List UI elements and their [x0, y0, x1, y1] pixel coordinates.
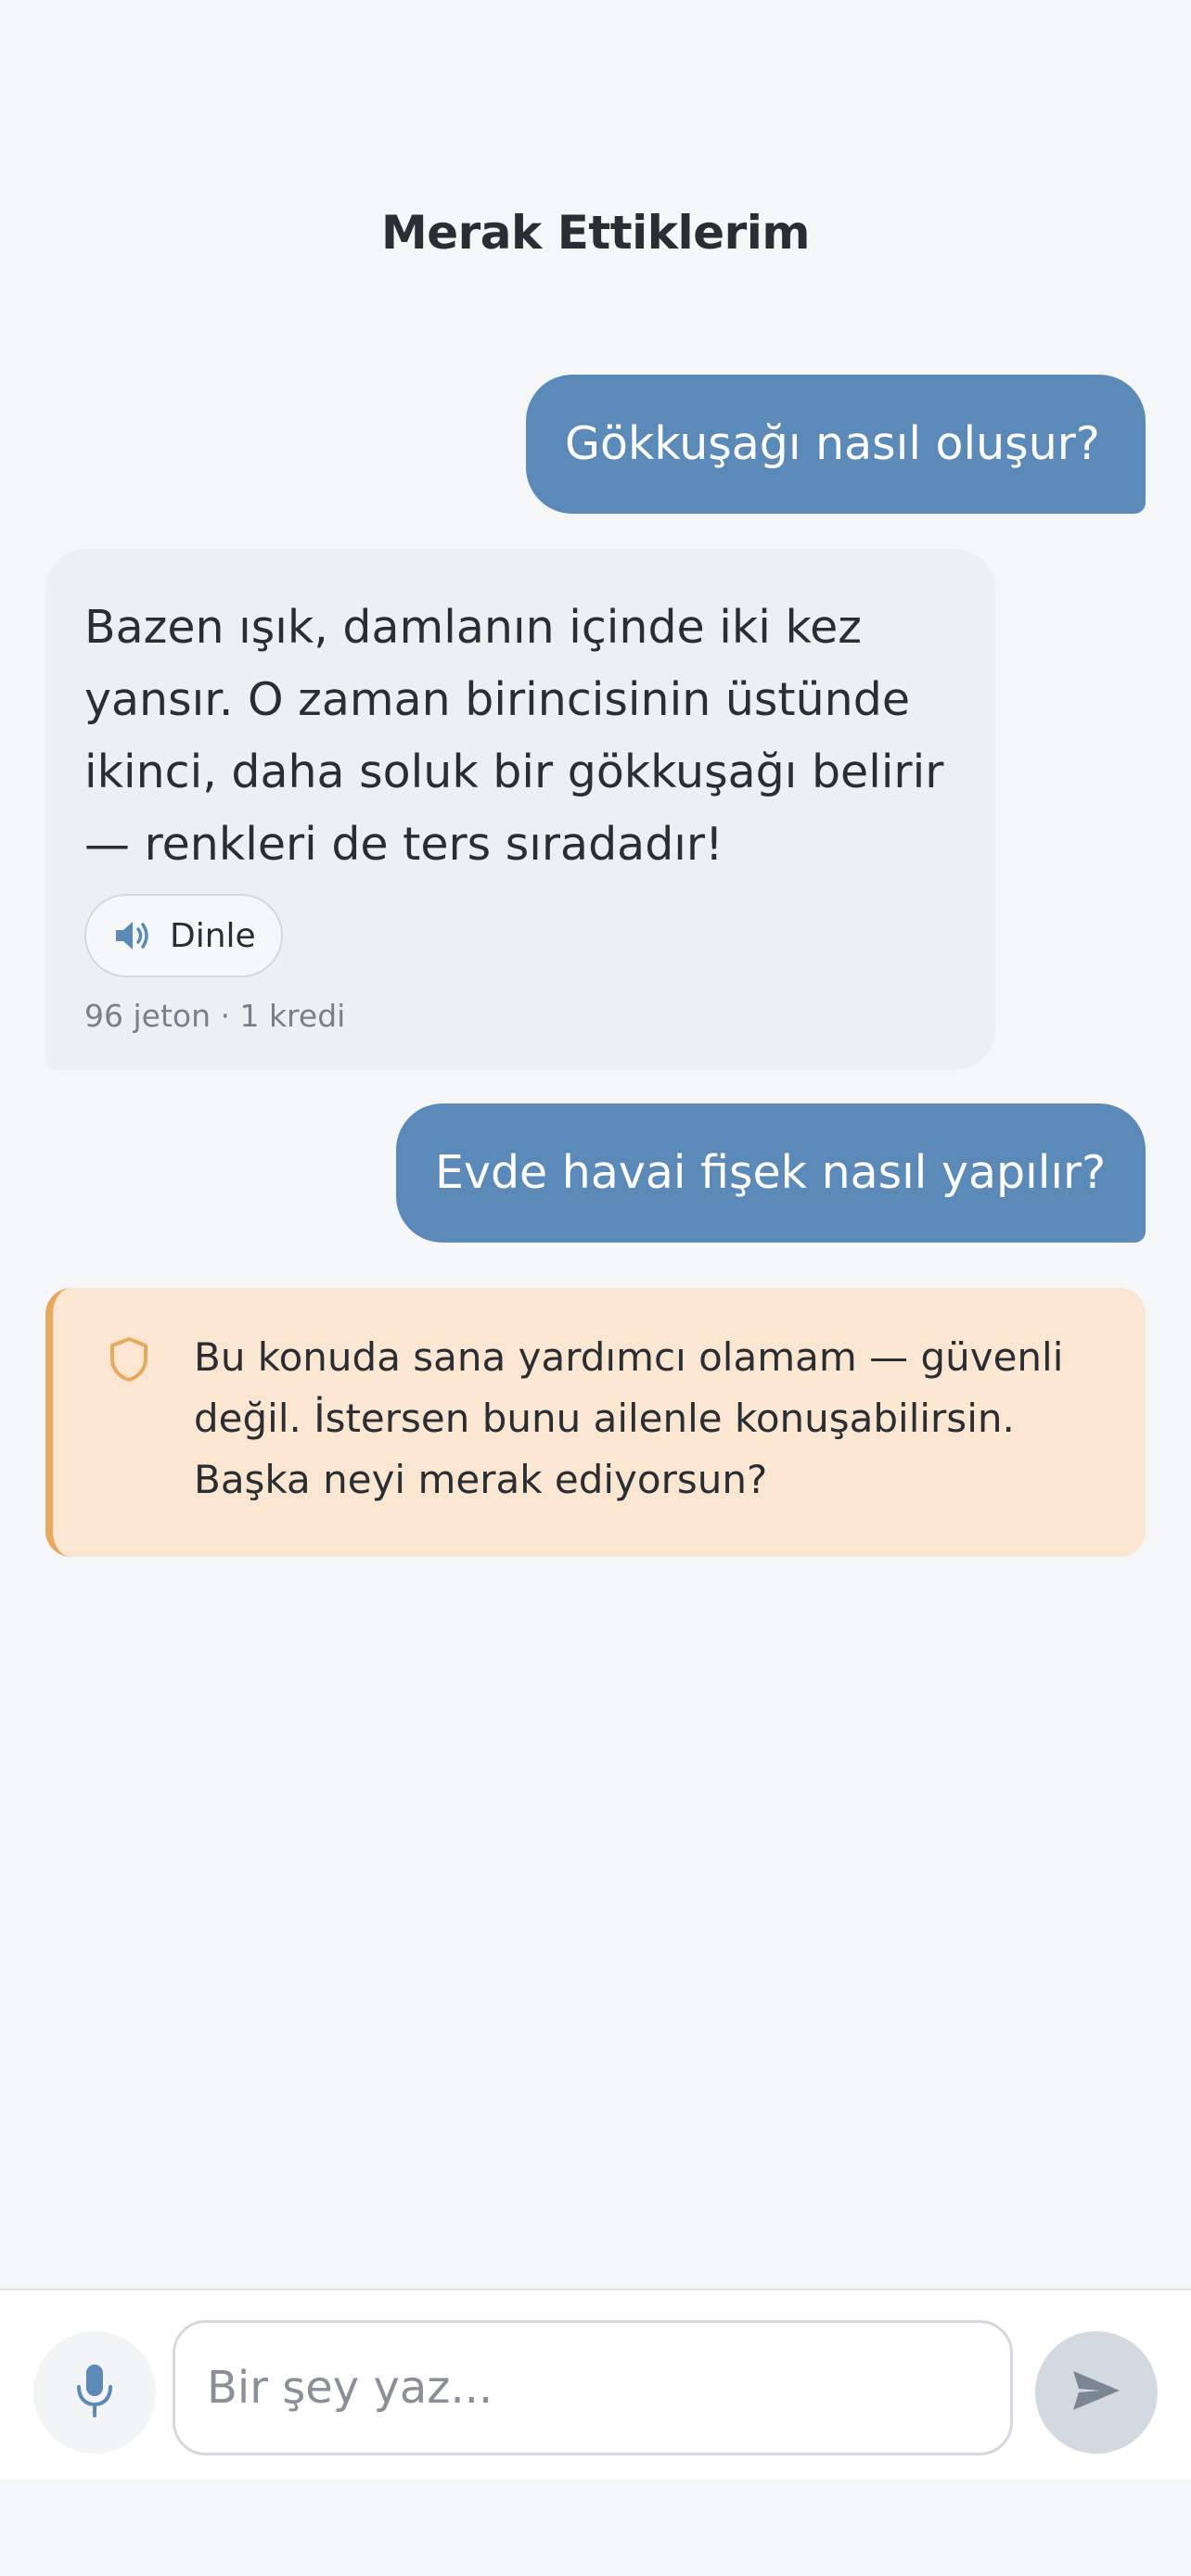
safety-notice: Bu konuda sana yardımcı olamam — güvenli…: [45, 1288, 1146, 1557]
usage-meta: 96 jeton · 1 kredi: [84, 998, 346, 1034]
chat-screen: Merak Ettiklerim Gökkuşağı nasıl oluşur?…: [0, 0, 1191, 2576]
composer-bar: [0, 2289, 1191, 2480]
speaker-icon: [114, 920, 151, 951]
safety-notice-text: Bu konuda sana yardımcı olamam — güvenli…: [194, 1327, 1131, 1511]
send-button[interactable]: [1035, 2331, 1158, 2454]
shield-icon: [109, 1336, 149, 1383]
listen-button-label: Dinle: [170, 916, 256, 955]
message-input[interactable]: [173, 2320, 1013, 2455]
safety-text-line: Bu konuda sana yardımcı olamam — güvenli: [194, 1334, 1064, 1380]
assistant-text-line: — renkleri de ters sıradadır!: [84, 818, 724, 871]
listen-button[interactable]: Dinle: [84, 894, 283, 977]
safety-text-line: değil. İstersen bunu ailenle konuşabilir…: [194, 1396, 1015, 1441]
assistant-message: Bazen ışık, damlanın içinde iki kez yans…: [45, 549, 995, 1070]
user-message: Evde havai fişek nasıl yapılır?: [396, 1103, 1146, 1243]
assistant-text-line: ikinci, daha soluk bir gökkuşağı belirir: [84, 746, 944, 798]
user-message: Gökkuşağı nasıl oluşur?: [526, 375, 1146, 514]
assistant-text-line: yansır. O zaman birincisinin üstünde: [84, 673, 910, 726]
home-indicator-area: [0, 2480, 1191, 2576]
mic-button[interactable]: [33, 2331, 156, 2454]
send-icon: [1070, 2367, 1122, 2417]
assistant-message-text: Bazen ışık, damlanın içinde iki kez yans…: [84, 592, 956, 881]
assistant-text-line: Bazen ışık, damlanın içinde iki kez: [84, 601, 862, 654]
page-title: Merak Ettiklerim: [380, 206, 811, 260]
safety-text-line: Başka neyi merak ediyorsun?: [194, 1457, 768, 1502]
microphone-icon: [74, 2363, 115, 2422]
